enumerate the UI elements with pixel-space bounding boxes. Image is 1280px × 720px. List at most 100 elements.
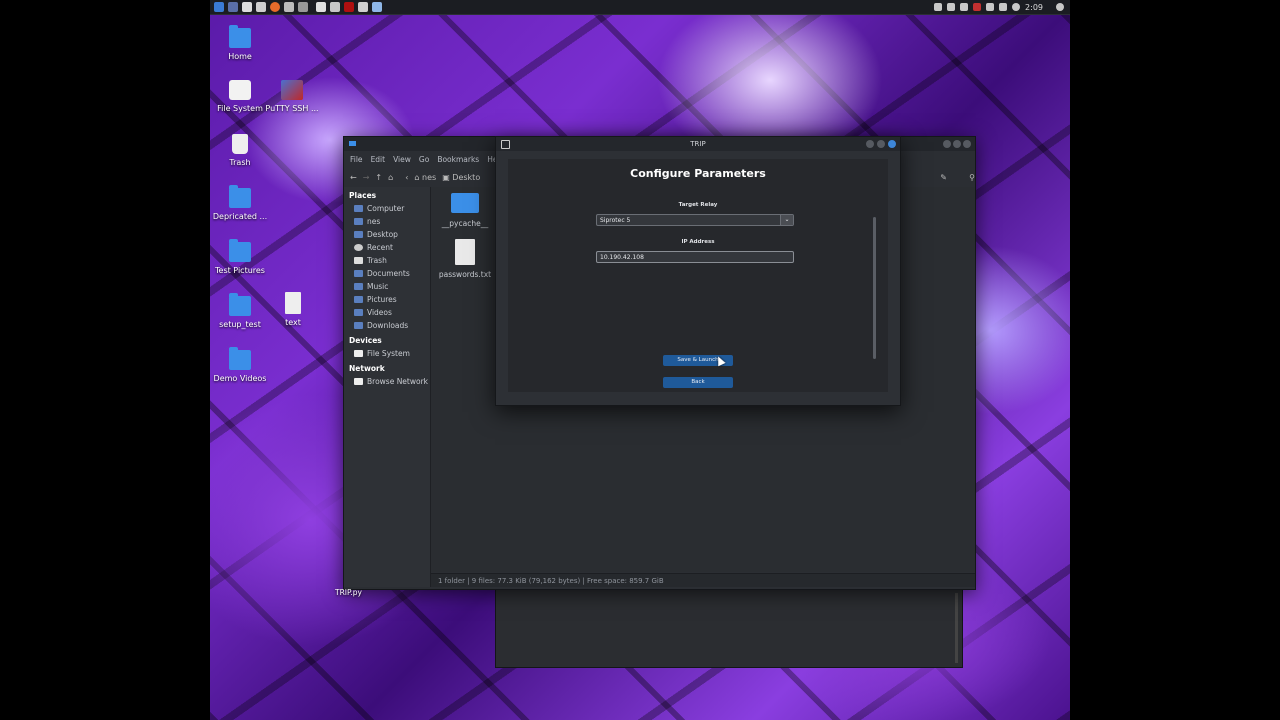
file-manager-launcher-icon[interactable]: [242, 2, 252, 12]
folder-icon: [354, 296, 363, 303]
sidebar-label: Computer: [367, 204, 405, 213]
desktop-icon-trash[interactable]: Trash: [205, 134, 275, 167]
desktop-icon-depricated[interactable]: Depricated ...: [205, 185, 275, 221]
desktop-icon-label: Test Pictures: [215, 266, 265, 275]
folder-icon: [354, 270, 363, 277]
up-arrow-icon[interactable]: ↑: [375, 173, 382, 182]
page-title: Configure Parameters: [630, 167, 766, 180]
desktop-icon: [354, 231, 363, 238]
close-icon[interactable]: [888, 140, 896, 148]
window-task-icon[interactable]: [358, 2, 368, 12]
sidebar-item-documents[interactable]: Documents: [344, 267, 430, 280]
sidebar-item-recent[interactable]: Recent: [344, 241, 430, 254]
recording-icon[interactable]: [973, 3, 982, 11]
bell-icon[interactable]: [999, 3, 1008, 11]
chevron-down-icon[interactable]: ⌄: [780, 215, 793, 225]
desktop-icon-label: Demo Videos: [213, 374, 267, 383]
desktop-icon-trip-label[interactable]: TRIP.py: [335, 588, 362, 597]
menu-edit[interactable]: Edit: [371, 155, 386, 164]
text-file-icon: [455, 239, 475, 265]
computer-icon: [354, 205, 363, 212]
files-launcher-icon[interactable]: [256, 2, 266, 12]
desktop-icon-putty[interactable]: PuTTY SSH ...: [257, 80, 327, 113]
background-window: [495, 588, 963, 668]
chevron-left-icon[interactable]: ‹: [405, 173, 408, 182]
menu-bookmarks[interactable]: Bookmarks: [437, 155, 479, 164]
scrollbar[interactable]: [873, 217, 876, 359]
back-arrow-icon[interactable]: ←: [350, 173, 357, 182]
maximize-icon[interactable]: [953, 140, 961, 148]
putty-icon: [281, 80, 303, 100]
sidebar-item-pictures[interactable]: Pictures: [344, 293, 430, 306]
app-icon: [501, 140, 510, 149]
sidebar-item-videos[interactable]: Videos: [344, 306, 430, 319]
terminal-icon[interactable]: [284, 2, 294, 12]
clock-icon: [1012, 3, 1021, 11]
power-icon[interactable]: [1056, 3, 1064, 11]
target-relay-select[interactable]: Siprotec 5 ⌄: [596, 214, 794, 226]
volume-icon[interactable]: [986, 3, 995, 11]
target-relay-label: Target Relay: [678, 202, 718, 208]
screen-icon[interactable]: [934, 3, 943, 11]
desktop-icon-label: PuTTY SSH ...: [265, 104, 319, 113]
network-icon[interactable]: [960, 3, 969, 11]
desktop-icon-text[interactable]: text: [258, 292, 328, 327]
desktop-icon-demo-videos[interactable]: Demo Videos: [205, 347, 275, 383]
edit-path-icon[interactable]: ✎: [940, 173, 947, 182]
app-menu-icon[interactable]: [214, 2, 224, 12]
home-folder-icon: [229, 25, 251, 48]
sidebar-item-downloads[interactable]: Downloads: [344, 319, 430, 332]
folder-icon: [349, 141, 356, 146]
minimize-icon[interactable]: [866, 140, 874, 148]
window-task-icon[interactable]: [330, 2, 340, 12]
desktop-icon-home[interactable]: Home: [205, 25, 275, 61]
path-segment-label: nes: [422, 172, 437, 182]
sidebar-item-file-system[interactable]: File System: [344, 347, 430, 360]
chevron-down-icon[interactable]: [298, 2, 308, 12]
sidebar-item-nes[interactable]: nes: [344, 215, 430, 228]
clock[interactable]: 2:09: [1025, 3, 1043, 12]
trip-titlebar[interactable]: TRIP: [496, 137, 900, 151]
firefox-icon[interactable]: [270, 2, 280, 12]
workspace-icon[interactable]: [228, 2, 238, 12]
forward-arrow-icon[interactable]: →: [363, 173, 370, 182]
sidebar-label: Pictures: [367, 295, 397, 304]
home-icon[interactable]: ⌂: [388, 173, 393, 182]
desktop-icon-label: text: [285, 318, 301, 327]
window-task-icon[interactable]: [316, 2, 326, 12]
network-heading: Network: [349, 364, 385, 373]
menu-go[interactable]: Go: [419, 155, 429, 164]
window-task-icon[interactable]: [344, 2, 354, 12]
file-item-passwords[interactable]: passwords.txt: [438, 239, 492, 279]
file-name: __pycache__: [441, 219, 489, 228]
sidebar-item-desktop[interactable]: Desktop: [344, 228, 430, 241]
maximize-icon[interactable]: [877, 140, 885, 148]
sidebar-item-music[interactable]: Music: [344, 280, 430, 293]
window-task-icon[interactable]: [372, 2, 382, 12]
menu-bar: File Edit View Go Bookmarks Help: [344, 151, 504, 167]
camera-icon[interactable]: [947, 3, 956, 11]
file-item-pycache[interactable]: __pycache__: [438, 193, 492, 228]
folder-icon: [451, 193, 479, 213]
folder-icon: [354, 283, 363, 290]
desktop-icon-label: Home: [228, 52, 252, 61]
desktop-icon-test-pictures[interactable]: Test Pictures: [205, 239, 275, 275]
trash-icon: [232, 134, 248, 154]
close-icon[interactable]: [963, 140, 971, 148]
sidebar-item-trash[interactable]: Trash: [344, 254, 430, 267]
path-home[interactable]: ⌂ nes: [414, 173, 436, 182]
ip-address-input[interactable]: [596, 251, 794, 263]
sidebar-label: Music: [367, 282, 389, 291]
search-icon[interactable]: ⚲: [969, 173, 975, 182]
back-button[interactable]: Back: [663, 377, 733, 388]
sidebar-item-computer[interactable]: Computer: [344, 202, 430, 215]
menu-file[interactable]: File: [350, 155, 363, 164]
minimize-icon[interactable]: [943, 140, 951, 148]
desktop-icon-label: Depricated ...: [212, 212, 268, 221]
path-desktop[interactable]: ▣ Deskto: [442, 173, 480, 182]
scrollbar[interactable]: [955, 593, 958, 663]
desktop-icon-label: Trash: [229, 158, 251, 167]
menu-view[interactable]: View: [393, 155, 411, 164]
sidebar-label: Documents: [367, 269, 410, 278]
sidebar-item-browse-network[interactable]: Browse Network: [344, 375, 430, 388]
